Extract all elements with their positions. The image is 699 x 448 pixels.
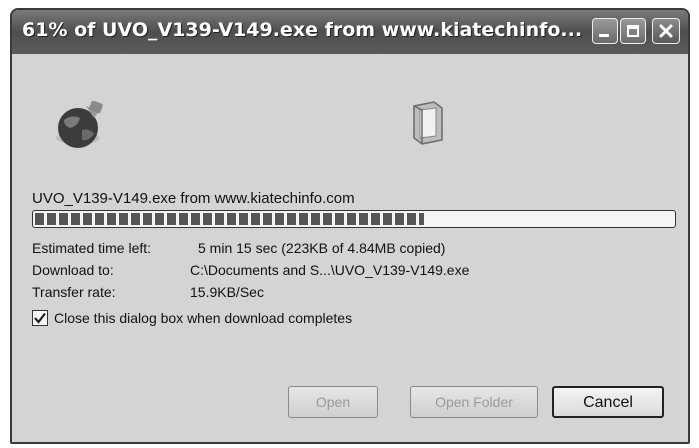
close-button[interactable]	[652, 18, 680, 44]
maximize-button[interactable]	[620, 18, 646, 44]
download-to-value: C:\Documents and S...\UVO_V139-V149.exe	[190, 262, 470, 278]
dialog-body: UVO_V139-V149.exe from www.kiatechinfo.c…	[12, 54, 688, 442]
checkmark-icon	[34, 312, 46, 324]
transfer-rate-value: 15.9KB/Sec	[190, 284, 264, 300]
close-icon	[659, 24, 673, 38]
download-file-source: UVO_V139-V149.exe from www.kiatechinfo.c…	[32, 190, 355, 207]
transfer-rate-label: Transfer rate:	[32, 284, 116, 300]
download-to-label: Download to:	[32, 262, 114, 278]
open-button[interactable]: Open	[288, 386, 378, 418]
window-title: 61% of UVO_V139-V149.exe from www.kiatec…	[22, 19, 582, 41]
globe-icon	[56, 100, 103, 148]
open-folder-button[interactable]: Open Folder	[410, 386, 538, 418]
download-progress-bar	[32, 210, 676, 228]
minimize-button[interactable]	[592, 18, 618, 44]
cancel-button[interactable]: Cancel	[552, 386, 664, 418]
estimated-time-value: 5 min 15 sec (223KB of 4.84MB copied)	[198, 240, 446, 256]
title-bar[interactable]: 61% of UVO_V139-V149.exe from www.kiatec…	[12, 10, 688, 55]
close-when-done-checkbox[interactable]	[32, 310, 48, 326]
download-progress-fill	[35, 213, 424, 225]
folder-icon	[413, 101, 443, 145]
download-dialog: 61% of UVO_V139-V149.exe from www.kiatec…	[10, 8, 690, 444]
estimated-time-label: Estimated time left:	[32, 240, 152, 256]
close-when-done-label: Close this dialog box when download comp…	[54, 310, 353, 326]
